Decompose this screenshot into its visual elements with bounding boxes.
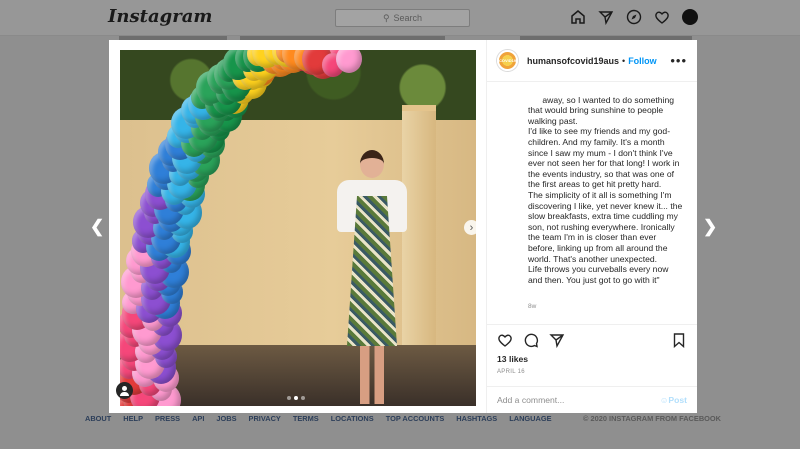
caption-age: 8w bbox=[528, 302, 537, 310]
footer-link-help[interactable]: HELP bbox=[123, 414, 143, 423]
footer-link-locations[interactable]: LOCATIONS bbox=[331, 414, 374, 423]
post-comment-button[interactable]: ☺Post bbox=[660, 395, 687, 405]
heart-icon[interactable] bbox=[654, 9, 670, 25]
post-label: Post bbox=[668, 395, 687, 405]
search-icon: ⚲ bbox=[382, 12, 390, 23]
post-header: COVID19 humansofcovid19aus • Follow ••• bbox=[487, 40, 697, 82]
tagged-users-icon[interactable] bbox=[116, 382, 133, 399]
comment-input[interactable]: Add a comment... bbox=[497, 395, 564, 405]
explore-icon[interactable] bbox=[626, 9, 642, 25]
footer-link-language[interactable]: LANGUAGE bbox=[509, 414, 551, 423]
account-username[interactable]: humansofcovid19aus bbox=[527, 56, 619, 66]
home-icon[interactable] bbox=[570, 9, 586, 25]
footer-link-about[interactable]: ABOUT bbox=[85, 414, 111, 423]
likes-count[interactable]: 13 likes bbox=[487, 354, 697, 364]
share-icon[interactable] bbox=[549, 332, 565, 348]
nav-icons bbox=[570, 9, 698, 26]
next-post-arrow[interactable]: ❯ bbox=[703, 217, 717, 237]
page-footer: ABOUT HELP PRESS API JOBS PRIVACY TERMS … bbox=[85, 414, 721, 423]
comment-box: Add a comment... ☺Post bbox=[487, 386, 697, 413]
carousel-dot bbox=[301, 396, 305, 400]
account-avatar[interactable]: COVID19 bbox=[497, 50, 518, 71]
woman-figure bbox=[332, 150, 412, 405]
follow-button[interactable]: Follow bbox=[628, 56, 657, 66]
comment-icon[interactable] bbox=[523, 332, 539, 348]
caption-text: away, so I wanted to do something that w… bbox=[528, 94, 683, 285]
separator-dot: • bbox=[622, 55, 626, 66]
footer-link-press[interactable]: PRESS bbox=[155, 414, 180, 423]
save-icon[interactable] bbox=[671, 332, 687, 348]
photo-image bbox=[120, 50, 476, 406]
footer-link-privacy[interactable]: PRIVACY bbox=[249, 414, 281, 423]
post-photo[interactable]: › bbox=[109, 40, 486, 413]
post-actions bbox=[487, 324, 697, 354]
direct-icon[interactable] bbox=[598, 9, 614, 26]
profile-avatar[interactable] bbox=[682, 9, 698, 25]
carousel-dot-active bbox=[294, 396, 298, 400]
avatar-text: COVID19 bbox=[498, 58, 517, 63]
post-sidebar: COVID19 humansofcovid19aus • Follow ••• … bbox=[486, 40, 697, 413]
footer-link-hashtags[interactable]: HASHTAGS bbox=[456, 414, 497, 423]
like-icon[interactable] bbox=[497, 332, 513, 348]
instagram-logo[interactable]: Instagram bbox=[108, 6, 212, 27]
previous-post-arrow[interactable]: ❮ bbox=[90, 217, 104, 237]
top-nav: Instagram ⚲ Search bbox=[0, 0, 800, 36]
post-modal: › COVID19 humansofcovid19aus • Follow ••… bbox=[109, 40, 697, 413]
post-date[interactable]: APRIL 16 bbox=[487, 364, 697, 386]
search-placeholder: Search bbox=[393, 13, 423, 23]
more-options-icon[interactable]: ••• bbox=[670, 53, 687, 68]
carousel-next-button[interactable]: › bbox=[464, 220, 479, 235]
footer-link-terms[interactable]: TERMS bbox=[293, 414, 319, 423]
carousel-dots bbox=[287, 396, 305, 400]
footer-link-api[interactable]: API bbox=[192, 414, 204, 423]
footer-link-jobs[interactable]: JOBS bbox=[216, 414, 236, 423]
carousel-dot bbox=[287, 396, 291, 400]
caption-area: away, so I wanted to do something that w… bbox=[487, 82, 697, 324]
search-input[interactable]: ⚲ Search bbox=[335, 9, 470, 27]
footer-link-top-accounts[interactable]: TOP ACCOUNTS bbox=[386, 414, 445, 423]
copyright: © 2020 INSTAGRAM FROM FACEBOOK bbox=[583, 414, 721, 423]
